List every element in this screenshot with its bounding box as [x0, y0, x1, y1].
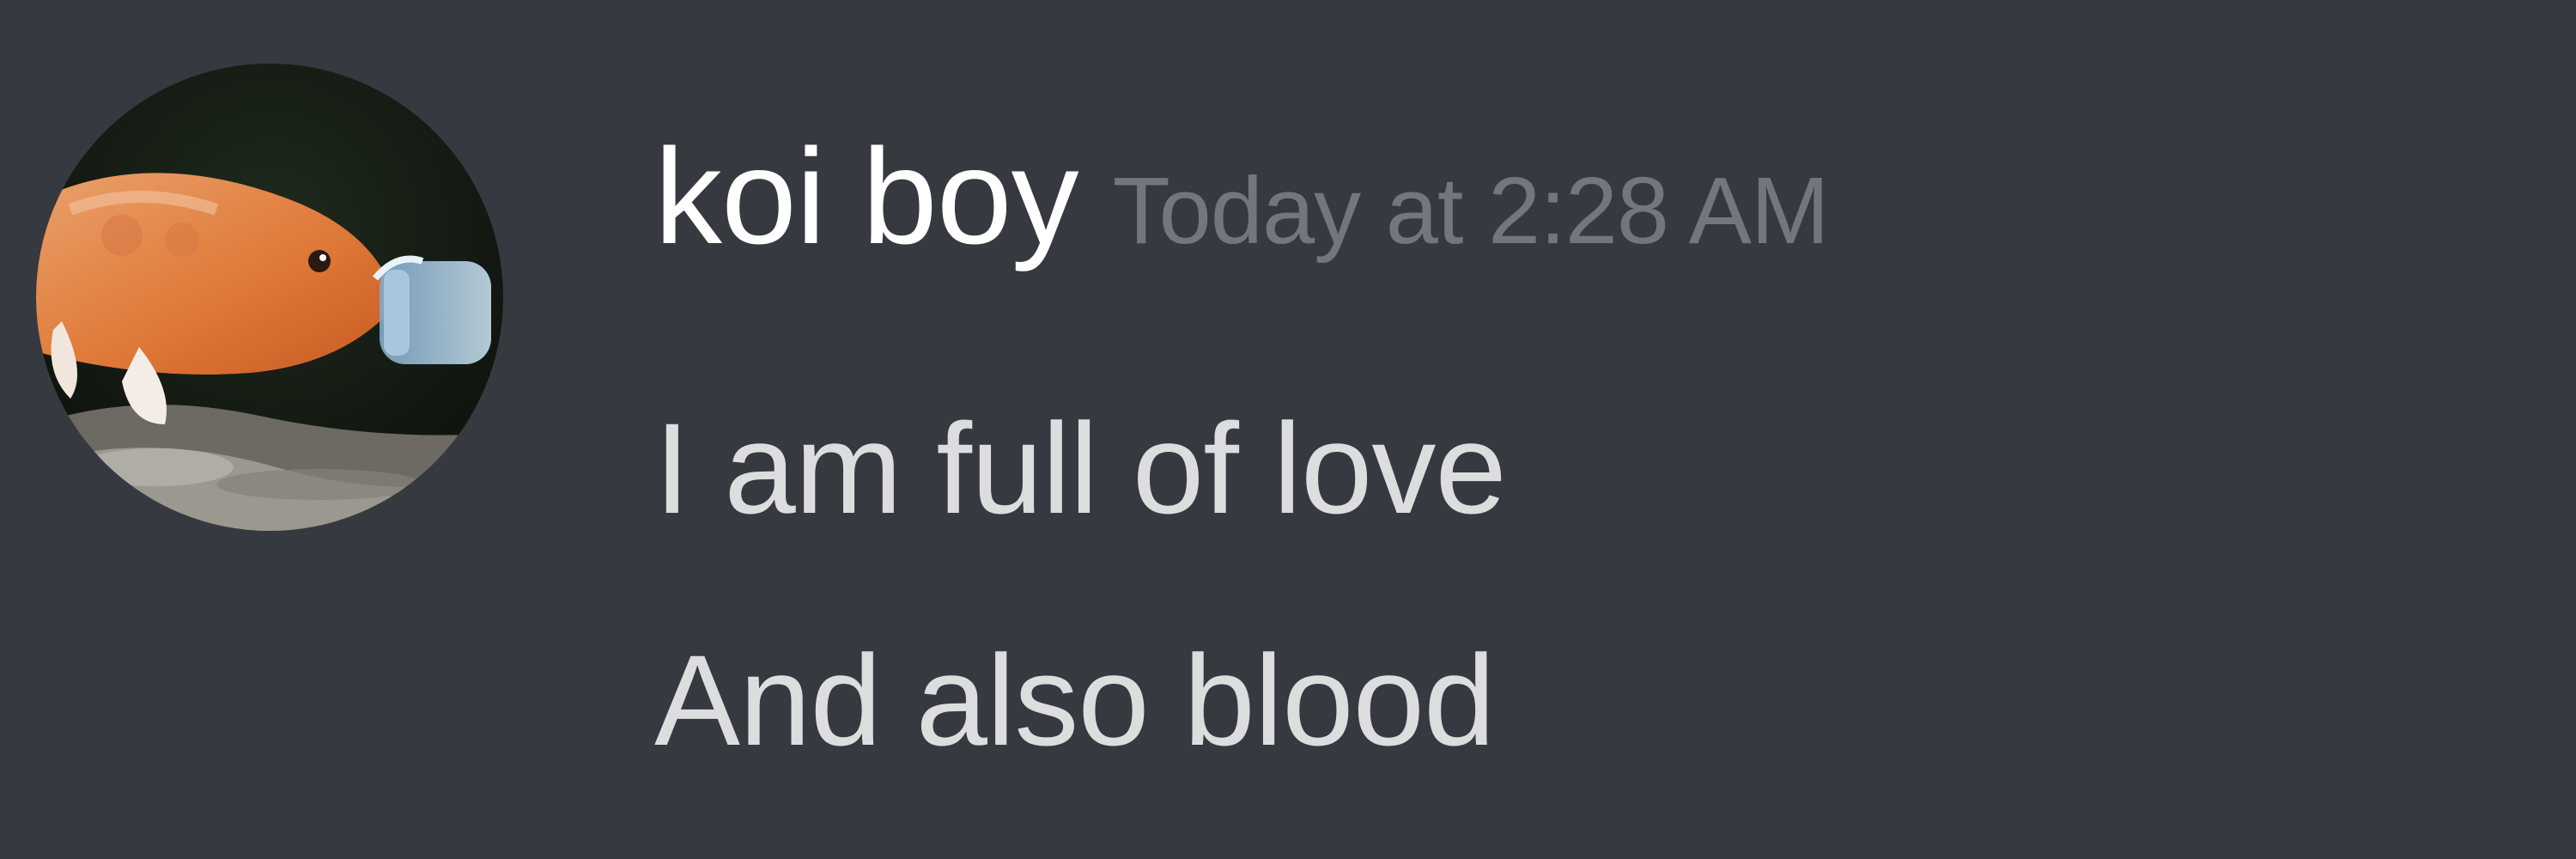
chat-message: koi boy Today at 2:28 AM I am full of lov… [0, 0, 2576, 859]
message-header: koi boy Today at 2:28 AM [654, 129, 1830, 265]
timestamp: Today at 2:28 AM [1112, 158, 1830, 264]
avatar[interactable] [36, 64, 503, 531]
message-line: I am full of love [654, 396, 1507, 540]
message-line: And also blood [654, 628, 1495, 772]
koi-fish-icon [36, 64, 503, 531]
username[interactable]: koi boy [654, 121, 1079, 272]
